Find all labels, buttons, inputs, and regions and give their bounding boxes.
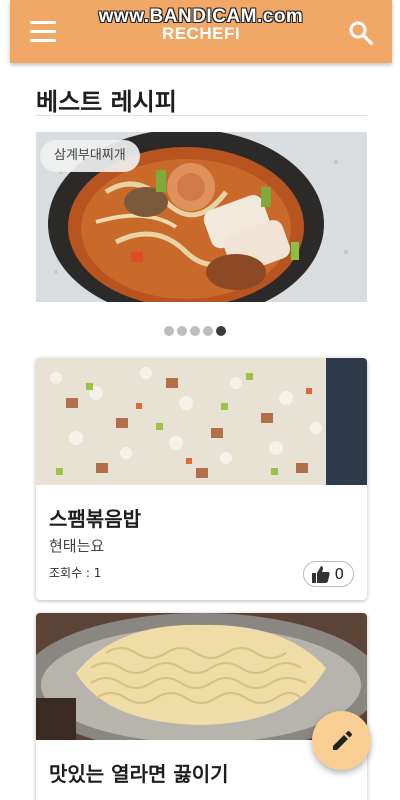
recipe-author: 현태는요 bbox=[49, 537, 105, 555]
carousel-dot[interactable] bbox=[164, 326, 174, 336]
write-recipe-button[interactable] bbox=[312, 711, 371, 770]
section-title: 베스트 레시피 bbox=[36, 88, 177, 116]
section-divider bbox=[36, 115, 367, 116]
thumbs-up-icon bbox=[312, 565, 331, 583]
best-recipe-carousel[interactable]: 삼계부대찌개 bbox=[36, 132, 367, 302]
carousel-dot[interactable] bbox=[177, 326, 187, 336]
carousel-dot[interactable] bbox=[203, 326, 213, 336]
like-count: 0 bbox=[334, 565, 344, 583]
carousel-dot[interactable] bbox=[190, 326, 200, 336]
carousel-indicator bbox=[164, 326, 226, 336]
app-title: RECHEFI bbox=[161, 24, 241, 43]
recipe-title: 맛있는 열라면 끓이기 bbox=[49, 762, 229, 786]
app-bar: www.BANDICAM.com RECHEFI bbox=[10, 0, 392, 63]
search-icon[interactable] bbox=[348, 20, 374, 46]
carousel-dot-active[interactable] bbox=[216, 326, 226, 336]
recipe-views: 조회수 : 1 bbox=[49, 566, 102, 580]
recipe-card[interactable]: 스팸볶음밥 현태는요 조회수 : 1 0 bbox=[36, 358, 367, 600]
recipe-card[interactable]: 맛있는 열라면 끓이기 bbox=[36, 613, 367, 800]
recipe-title: 스팸볶음밥 bbox=[49, 507, 141, 531]
carousel-label: 삼계부대찌개 bbox=[40, 140, 140, 172]
like-button[interactable]: 0 bbox=[303, 561, 354, 587]
recipe-image bbox=[36, 358, 367, 485]
recipe-image bbox=[36, 613, 367, 740]
pencil-icon bbox=[332, 730, 352, 750]
